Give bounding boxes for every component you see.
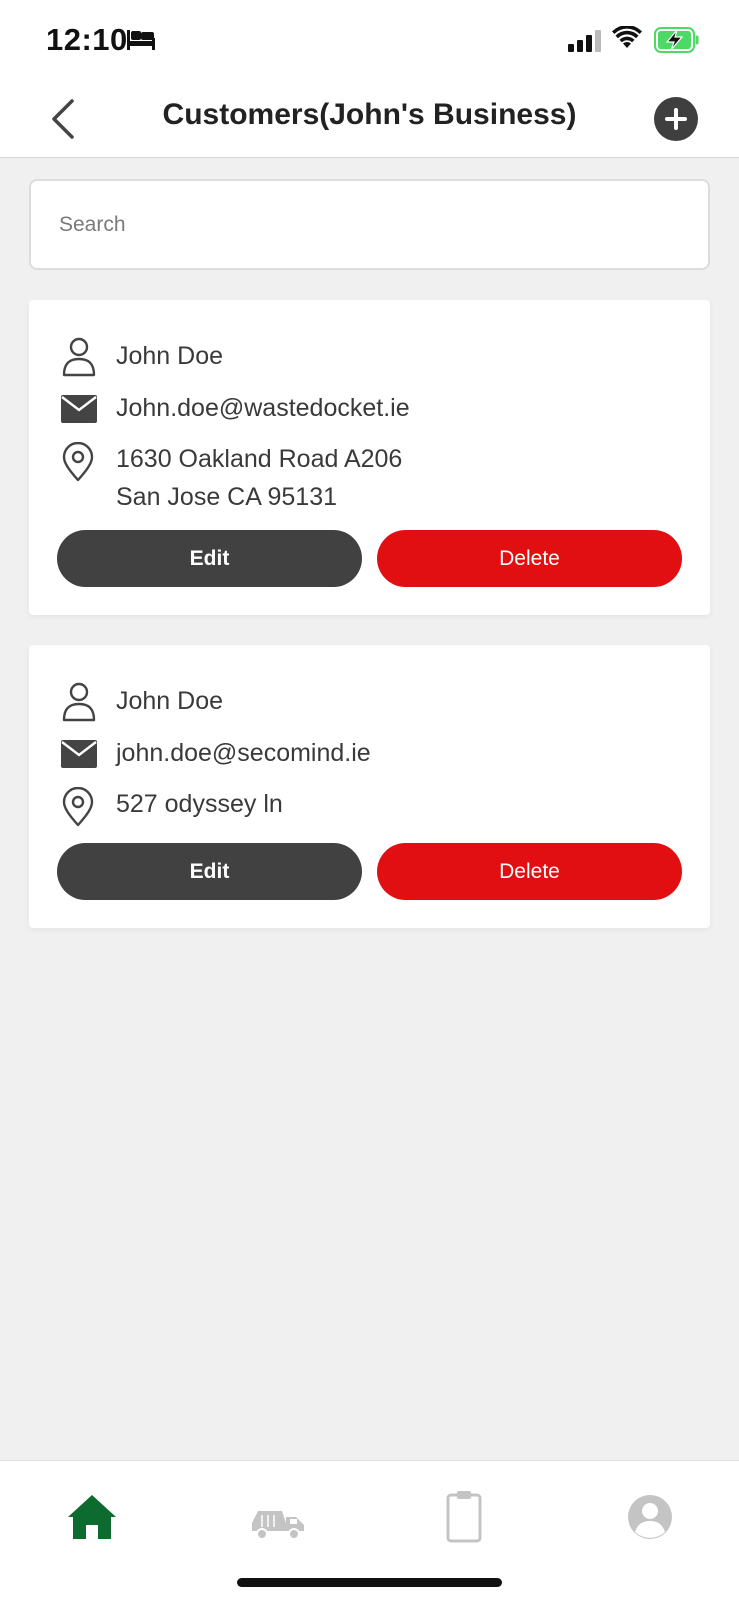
delete-button[interactable]: Delete [377,843,682,900]
customer-address-line2: San Jose CA 95131 [116,483,337,511]
tab-dockets[interactable] [434,1487,494,1547]
tab-skips[interactable] [248,1487,308,1547]
status-bar: 12:10 [0,0,739,80]
chevron-left-icon [52,99,74,139]
customer-card: John Doe john.doe@secomind.ie 527 odysse… [29,645,710,928]
profile-icon [628,1495,672,1539]
envelope-icon [61,395,97,423]
envelope-icon [61,740,97,768]
tab-home[interactable] [62,1487,122,1547]
location-pin-icon [62,442,94,482]
customer-name-row: John Doe [29,337,710,377]
clipboard-icon [446,1491,482,1543]
customer-email-row: John.doe@wastedocket.ie [29,389,710,429]
page-title: Customers(John's Business) [162,98,577,131]
plus-icon [665,108,687,130]
sleep-mode-icon [127,30,155,50]
customer-email-row: john.doe@secomind.ie [29,734,710,774]
customer-address-row: 1630 Oakland Road A206 San Jose CA 95131 [29,440,710,518]
customer-email: john.doe@secomind.ie [116,739,371,767]
customer-card: John Doe John.doe@wastedocket.ie 1630 Oa… [29,300,710,615]
add-customer-button[interactable] [654,97,698,141]
location-pin-icon [62,787,94,827]
edit-button[interactable]: Edit [57,843,362,900]
wifi-icon [612,26,642,48]
customer-address-line1: 1630 Oakland Road A206 [116,445,403,473]
person-icon [62,337,96,377]
home-icon [68,1495,116,1539]
search-box [29,179,710,270]
search-input[interactable] [59,181,679,268]
battery-charging-icon [654,27,699,53]
status-time: 12:10 [46,22,128,57]
back-button[interactable] [44,96,84,142]
edit-button[interactable]: Edit [57,530,362,587]
customer-name: John Doe [116,687,224,715]
skip-truck-icon [252,1511,304,1540]
customer-address-row: 527 odyssey ln [29,785,710,827]
tab-profile[interactable] [620,1487,680,1547]
customer-name-row: John Doe [29,682,710,722]
delete-button[interactable]: Delete [377,530,682,587]
person-icon [62,682,96,722]
customer-name: John Doe [116,342,224,370]
navigation-bar: Customers(John's Business) [0,80,739,158]
customer-address-line1: 527 odyssey ln [116,790,283,818]
customer-email: John.doe@wastedocket.ie [116,394,410,422]
cellular-signal-icon [568,30,601,52]
home-indicator [237,1578,502,1587]
